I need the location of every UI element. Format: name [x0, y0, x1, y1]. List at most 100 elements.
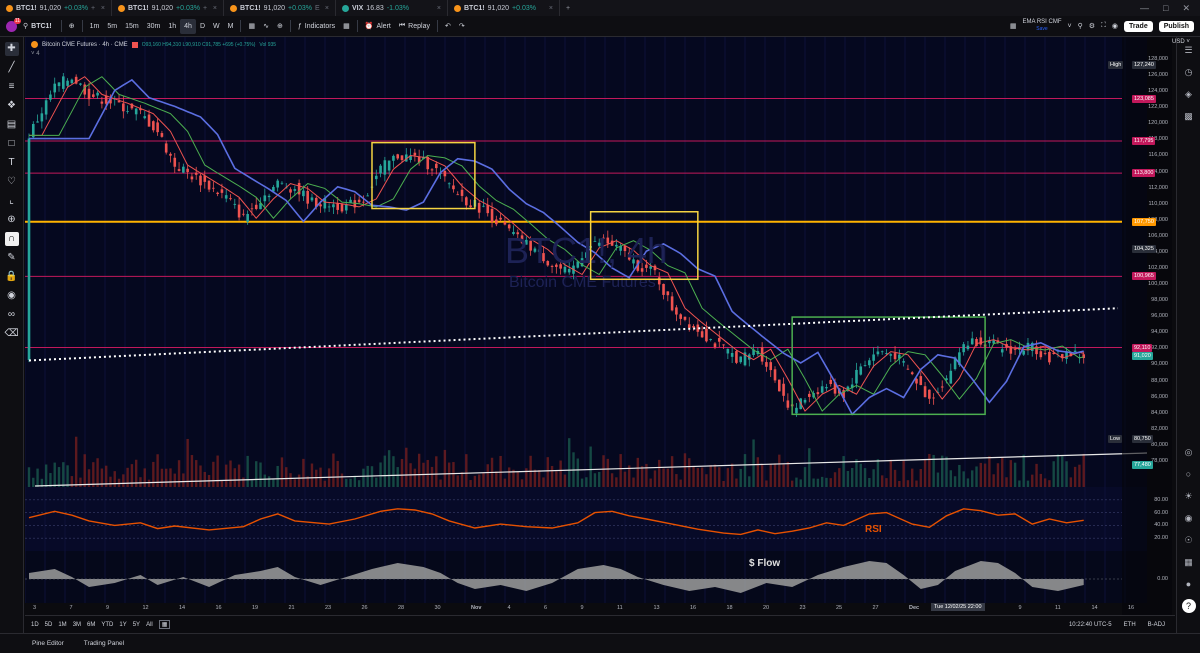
eye-icon[interactable]: ◉ — [5, 289, 19, 303]
bitcoin-icon — [6, 4, 13, 12]
symbol-search[interactable]: ⚲ BTC1! — [17, 16, 58, 37]
chart-tab[interactable]: VIX 16.83 -1.03% × — [336, 0, 448, 16]
close-window-icon[interactable]: ✕ — [1182, 3, 1190, 14]
indicators-button[interactable]: ƒ Indicators — [294, 16, 339, 37]
range-1m[interactable]: 1M — [58, 622, 66, 628]
trading-panel-tab[interactable]: Trading Panel — [84, 640, 124, 647]
layout-grid-icon[interactable]: ▦ — [1010, 22, 1017, 30]
broadcast-icon[interactable]: ☉ — [1182, 533, 1196, 547]
fullscreen-icon[interactable]: ⛶ — [1101, 22, 1106, 30]
interval-4h[interactable]: 4h — [180, 18, 196, 34]
chevron-down-icon[interactable]: ˅ — [1068, 23, 1072, 30]
magnet-icon[interactable]: ∩ — [4, 232, 19, 246]
range-1d[interactable]: 1D — [31, 622, 39, 628]
avatar[interactable]: 11 — [6, 17, 21, 32]
fib-icon[interactable]: ≡ — [5, 80, 19, 94]
templates-icon[interactable]: ▦ — [339, 16, 354, 37]
layers-icon[interactable]: ◈ — [1182, 87, 1196, 101]
trend-line-icon[interactable]: ╱ — [5, 61, 19, 75]
interval-group: 1m 5m 15m 30m 1h 4h D W M — [86, 16, 238, 37]
text-icon[interactable]: T — [5, 156, 19, 170]
time-axis[interactable]: 3 7 9 12 14 16 19 21 23 26 28 30 Nov 4 6 9 11 13 16 18 20 23 2… — [25, 603, 1147, 615]
replay-button[interactable]: ⏮ Replay — [395, 16, 434, 37]
clock[interactable]: 10:22:40 UTC-5 — [1069, 622, 1112, 628]
help-icon[interactable]: ? — [1181, 599, 1196, 613]
interval-1h[interactable]: 1h — [164, 16, 180, 37]
range-3m[interactable]: 3M — [73, 622, 81, 628]
close-tab-icon[interactable]: × — [213, 5, 217, 12]
ruler-icon[interactable]: ⌞ — [5, 194, 19, 208]
close-tab-icon[interactable]: × — [101, 5, 105, 12]
shape-icon[interactable]: □ — [5, 137, 19, 151]
alert-button[interactable]: ⏰ Alert — [361, 16, 395, 37]
chart-tab[interactable]: BTC1! 91,020 +0.03% E × — [224, 0, 336, 16]
price-chart-canvas[interactable]: BTC1!, 4h Bitcoin CME Futures — [25, 37, 1147, 603]
currency-selector[interactable]: USD ˅ — [1172, 39, 1198, 45]
session-label[interactable]: ETH — [1124, 622, 1136, 628]
add-symbol-icon[interactable]: ⊕ — [65, 16, 79, 37]
crosshair-icon[interactable]: ✚ — [4, 42, 19, 56]
streams-icon[interactable]: ◉ — [1182, 511, 1196, 525]
range-1y[interactable]: 1Y — [119, 622, 126, 628]
notifications-icon[interactable]: ● — [1182, 577, 1196, 591]
close-tab-icon[interactable]: × — [325, 5, 329, 12]
calendar-icon[interactable]: ▩ — [1182, 109, 1196, 123]
target-icon[interactable]: ◎ — [1182, 445, 1196, 459]
layout-name[interactable]: EMA RSI CMF Save — [1022, 19, 1061, 33]
interval-1m[interactable]: 1m — [86, 16, 104, 37]
interval-m[interactable]: M — [224, 16, 238, 37]
volume-bar — [332, 453, 335, 487]
ideas-icon[interactable]: ☀ — [1182, 489, 1196, 503]
alerts-clock-icon[interactable]: ◷ — [1182, 65, 1196, 79]
range-ytd[interactable]: YTD — [101, 622, 113, 628]
zoom-icon[interactable]: ⊕ — [5, 213, 19, 227]
undo-icon[interactable]: ↶ — [441, 16, 455, 37]
new-tab-icon[interactable]: + — [560, 5, 576, 12]
maximize-icon[interactable]: □ — [1163, 3, 1168, 14]
pattern-icon[interactable]: ❖ — [5, 99, 19, 113]
pencil-lock-icon[interactable]: ✎ — [5, 251, 19, 265]
interval-30m[interactable]: 30m — [143, 16, 165, 37]
chart-tab[interactable]: BTC1! 91,020 +0.03% + × — [112, 0, 224, 16]
lock-icon[interactable]: 🔒 — [5, 270, 19, 284]
range-5d[interactable]: 5D — [45, 622, 53, 628]
adjust-label[interactable]: B-ADJ — [1148, 622, 1165, 628]
compare-icon[interactable]: ⊕ — [273, 16, 287, 37]
link-icon[interactable]: ∞ — [5, 308, 19, 322]
chart-type-icon[interactable]: ∿ — [259, 16, 273, 37]
settings-icon[interactable]: ⚙ — [1089, 22, 1095, 30]
interval-15m[interactable]: 15m — [121, 16, 143, 37]
bar-style-icon[interactable]: ▦ — [244, 16, 259, 37]
pine-editor-tab[interactable]: Pine Editor — [32, 640, 64, 647]
indicator-legend[interactable]: ˅ 4 — [31, 51, 40, 57]
range-all[interactable]: All — [146, 622, 153, 628]
heart-icon[interactable]: ♡ — [5, 175, 19, 189]
trade-button[interactable]: Trade — [1124, 20, 1153, 32]
range-6m[interactable]: 6M — [87, 622, 95, 628]
camera-icon[interactable]: ◉ — [1112, 22, 1118, 30]
forecast-icon[interactable]: ▤ — [5, 118, 19, 132]
quick-search-icon[interactable]: ⚲ — [1078, 22, 1083, 30]
interval-d[interactable]: D — [196, 16, 209, 37]
volume-bar — [353, 475, 357, 487]
volume-bar — [923, 459, 927, 487]
chart-area[interactable]: BTC1!, 4h Bitcoin CME Futures Bitcoin CME… — [25, 37, 1190, 625]
trash-icon[interactable]: ⌫ — [5, 327, 19, 341]
calculator-icon[interactable]: ▦ — [1182, 555, 1196, 569]
publish-button[interactable]: Publish — [1158, 20, 1194, 32]
close-tab-icon[interactable]: × — [549, 5, 553, 12]
interval-w[interactable]: W — [209, 16, 224, 37]
redo-icon[interactable]: ↷ — [455, 16, 469, 37]
candle-body — [383, 160, 387, 175]
volume-bar — [705, 474, 708, 487]
chat-icon[interactable]: ○ — [1182, 467, 1196, 481]
date-range-icon[interactable]: ▦ — [158, 620, 171, 629]
close-tab-icon[interactable]: × — [437, 5, 441, 12]
chart-tab[interactable]: BTC1! 91,020 +0.03% + × — [0, 0, 112, 16]
interval-5m[interactable]: 5m — [103, 16, 121, 37]
chart-tab[interactable]: BTC1! 91,020 +0.03% × — [448, 0, 560, 16]
range-5y[interactable]: 5Y — [133, 622, 140, 628]
minimize-icon[interactable]: — — [1140, 3, 1149, 14]
price-axis[interactable]: 128,000 126,000 124,000 122,000 120,000 118,0… — [1108, 37, 1172, 625]
watchlist-icon[interactable]: ☰ — [1182, 43, 1196, 57]
